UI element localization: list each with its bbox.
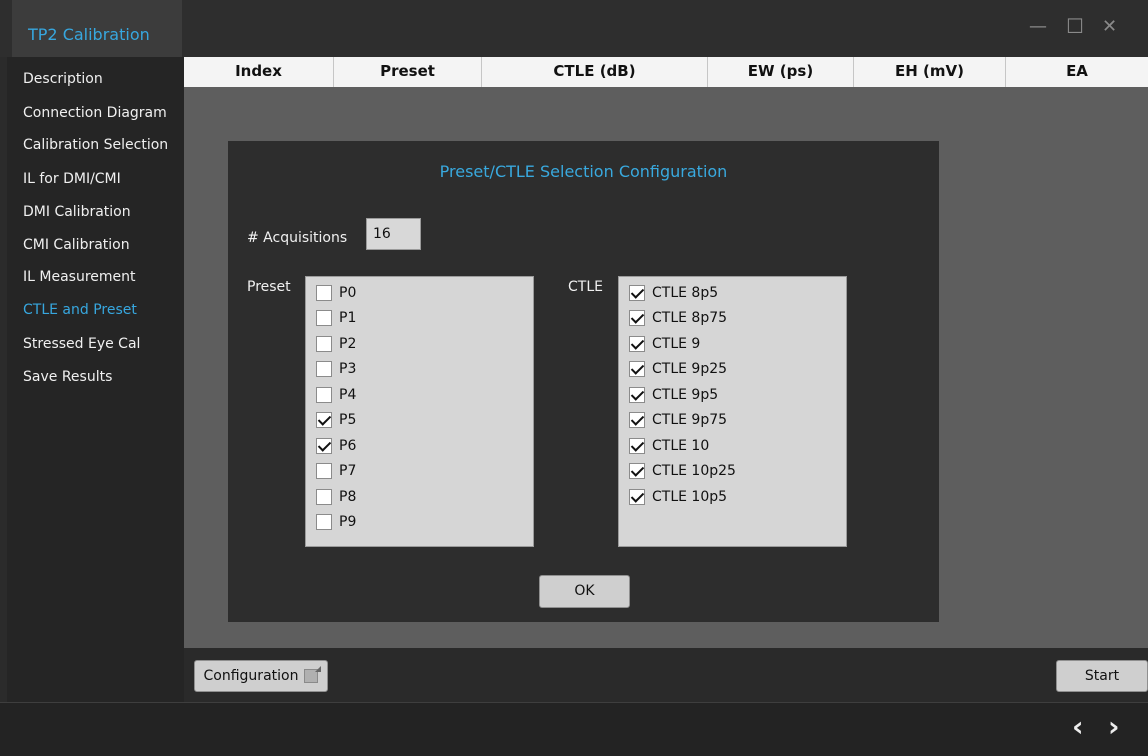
back-arrow-icon[interactable]: ‹	[1072, 710, 1084, 743]
ctle-item-label: CTLE 9p75	[652, 412, 728, 428]
checkbox-icon[interactable]	[629, 438, 645, 454]
preset-item-label: P1	[339, 310, 357, 326]
ctle-item-label: CTLE 9p25	[652, 361, 728, 377]
ctle-checkbox-9p5[interactable]: CTLE 9p5	[629, 385, 718, 405]
checkbox-icon[interactable]	[629, 285, 645, 301]
dialog-title: Preset/CTLE Selection Configuration	[439, 162, 728, 181]
preset-item-label: P7	[339, 463, 357, 479]
ctle-checkbox-10[interactable]: CTLE 10	[629, 436, 709, 456]
configuration-button[interactable]: Configuration	[194, 660, 328, 692]
forward-arrow-icon[interactable]: ›	[1108, 710, 1120, 743]
ctle-checkbox-9p75[interactable]: CTLE 9p75	[629, 410, 727, 430]
footer-bar	[0, 702, 1148, 756]
ctle-item-label: CTLE 10	[652, 438, 710, 454]
checkbox-icon[interactable]	[629, 463, 645, 479]
column-header-preset[interactable]: Preset	[334, 57, 482, 87]
bottom-toolbar: Configuration Start	[184, 648, 1148, 702]
preset-checkbox-p6[interactable]: P6	[316, 436, 356, 456]
configuration-button-label: Configuration	[203, 668, 299, 684]
column-header-eh[interactable]: EH (mV)	[854, 57, 1006, 87]
sidebar-item-il-measurement[interactable]: IL Measurement	[23, 269, 136, 285]
sidebar-item-cmi-calibration[interactable]: CMI Calibration	[23, 237, 130, 253]
checkbox-icon[interactable]	[316, 361, 332, 377]
preset-item-label: P4	[339, 387, 357, 403]
sidebar-item-calibration-selection[interactable]: Calibration Selection	[23, 137, 168, 153]
preset-checkbox-p9[interactable]: P9	[316, 512, 356, 532]
checkbox-icon[interactable]	[629, 387, 645, 403]
ctle-label: CTLE	[568, 279, 603, 295]
ctle-item-label: CTLE 9p5	[652, 387, 719, 403]
preset-item-label: P0	[339, 285, 357, 301]
checkbox-icon[interactable]	[316, 438, 332, 454]
preset-checkbox-p2[interactable]: P2	[316, 334, 356, 354]
acquisitions-input[interactable]: 16	[366, 218, 421, 250]
ctle-checkbox-8p75[interactable]: CTLE 8p75	[629, 308, 727, 328]
column-header-index[interactable]: Index	[184, 57, 334, 87]
preset-checkbox-p3[interactable]: P3	[316, 359, 356, 379]
window-title: TP2 Calibration	[12, 0, 182, 57]
checkbox-icon[interactable]	[629, 412, 645, 428]
preset-label: Preset	[247, 279, 291, 295]
results-table-header: Index Preset CTLE (dB) EW (ps) EH (mV) E…	[184, 57, 1148, 88]
checkbox-icon[interactable]	[629, 336, 645, 352]
maximize-icon[interactable]: ☐	[1066, 14, 1084, 38]
checkbox-icon[interactable]	[629, 489, 645, 505]
checkbox-icon[interactable]	[316, 514, 332, 530]
checkbox-icon[interactable]	[316, 310, 332, 326]
ctle-checkbox-9[interactable]: CTLE 9	[629, 334, 700, 354]
title-bar: TP2 Calibration — ☐ ✕	[0, 0, 1148, 57]
checkbox-icon[interactable]	[629, 361, 645, 377]
preset-item-label: P6	[339, 438, 357, 454]
sidebar-item-ctle-and-preset[interactable]: CTLE and Preset	[23, 302, 137, 318]
sidebar-item-il-for-dmi-cmi[interactable]: IL for DMI/CMI	[23, 171, 121, 187]
preset-checkbox-p8[interactable]: P8	[316, 487, 356, 507]
column-header-ew[interactable]: EW (ps)	[708, 57, 854, 87]
preset-checkbox-p7[interactable]: P7	[316, 461, 356, 481]
preset-checkbox-p0[interactable]: P0	[316, 283, 356, 303]
ctle-checkbox-10p25[interactable]: CTLE 10p25	[629, 461, 736, 481]
ctle-item-label: CTLE 10p5	[652, 489, 728, 505]
ctle-list[interactable]: CTLE 8p5 CTLE 8p75 CTLE 9 CTLE 9p25 CTLE…	[618, 276, 847, 547]
column-header-ctle[interactable]: CTLE (dB)	[482, 57, 708, 87]
sidebar-item-connection-diagram[interactable]: Connection Diagram	[23, 105, 167, 121]
ok-button[interactable]: OK	[539, 575, 630, 608]
preset-item-label: P3	[339, 361, 357, 377]
preset-item-label: P8	[339, 489, 357, 505]
preset-checkbox-p5[interactable]: P5	[316, 410, 356, 430]
start-button[interactable]: Start	[1056, 660, 1148, 692]
ctle-item-label: CTLE 10p25	[652, 463, 736, 479]
checkbox-icon[interactable]	[316, 489, 332, 505]
acquisitions-label: # Acquisitions	[247, 230, 348, 246]
checkbox-icon[interactable]	[316, 387, 332, 403]
preset-ctle-dialog: Preset/CTLE Selection Configuration # Ac…	[228, 141, 939, 622]
checkbox-icon[interactable]	[316, 336, 332, 352]
checkbox-icon[interactable]	[316, 412, 332, 428]
ctle-item-label: CTLE 9	[652, 336, 701, 352]
checkbox-icon[interactable]	[316, 463, 332, 479]
preset-checkbox-p1[interactable]: P1	[316, 308, 356, 328]
external-link-icon	[304, 669, 319, 683]
sidebar: Description Connection Diagram Calibrati…	[7, 57, 184, 702]
sidebar-item-description[interactable]: Description	[23, 71, 103, 87]
close-icon[interactable]: ✕	[1102, 16, 1117, 37]
column-header-ea[interactable]: EA	[1006, 57, 1148, 87]
checkbox-icon[interactable]	[629, 310, 645, 326]
sidebar-item-dmi-calibration[interactable]: DMI Calibration	[23, 204, 131, 220]
ctle-checkbox-9p25[interactable]: CTLE 9p25	[629, 359, 727, 379]
sidebar-item-stressed-eye-cal[interactable]: Stressed Eye Cal	[23, 336, 140, 352]
sidebar-item-save-results[interactable]: Save Results	[23, 369, 112, 385]
ctle-item-label: CTLE 8p5	[652, 285, 719, 301]
preset-item-label: P5	[339, 412, 357, 428]
preset-item-label: P2	[339, 336, 357, 352]
ctle-item-label: CTLE 8p75	[652, 310, 728, 326]
ctle-checkbox-8p5[interactable]: CTLE 8p5	[629, 283, 718, 303]
minimize-icon[interactable]: —	[1029, 16, 1047, 37]
preset-item-label: P9	[339, 514, 357, 530]
ctle-checkbox-10p5[interactable]: CTLE 10p5	[629, 487, 727, 507]
checkbox-icon[interactable]	[316, 285, 332, 301]
preset-list[interactable]: P0 P1 P2 P3 P4 P5 P6 P7 P8 P9	[305, 276, 534, 547]
preset-checkbox-p4[interactable]: P4	[316, 385, 356, 405]
